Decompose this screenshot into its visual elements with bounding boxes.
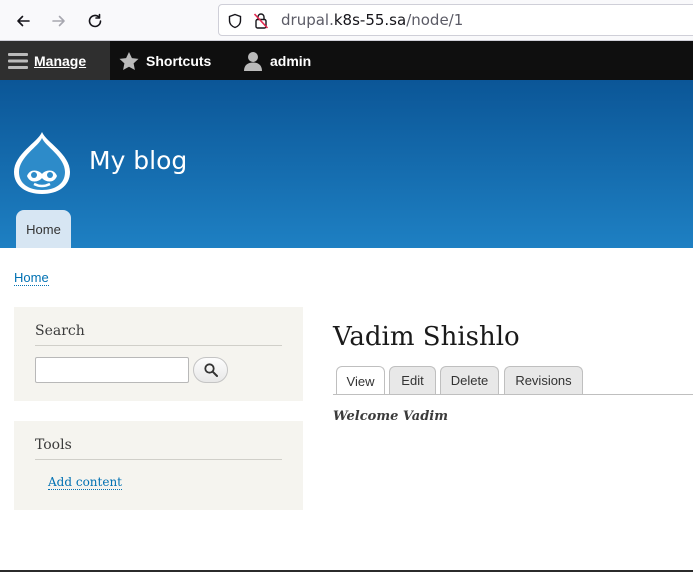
tools-block-title: Tools xyxy=(35,437,282,460)
forward-icon[interactable] xyxy=(46,8,72,34)
hamburger-icon xyxy=(8,52,28,69)
add-content-link[interactable]: Add content xyxy=(48,475,122,490)
reload-icon[interactable] xyxy=(82,8,108,34)
browser-toolbar: drupal.k8s-55.sa/node/1 xyxy=(0,0,693,41)
search-input[interactable] xyxy=(35,357,189,383)
site-name[interactable]: My blog xyxy=(89,146,187,175)
manage-tab[interactable]: Manage xyxy=(0,41,110,80)
url-host: k8s-55.sa xyxy=(333,11,407,29)
user-tab[interactable]: admin xyxy=(243,41,311,80)
breadcrumb-home-link[interactable]: Home xyxy=(14,270,49,286)
tabs-divider xyxy=(333,394,693,395)
user-icon xyxy=(244,51,262,71)
search-icon xyxy=(203,363,218,377)
tab-delete[interactable]: Delete xyxy=(440,366,499,394)
star-icon xyxy=(119,51,139,70)
shortcuts-tab[interactable]: Shortcuts xyxy=(118,41,211,80)
admin-toolbar: Manage Shortcuts admin xyxy=(0,41,693,80)
back-icon[interactable] xyxy=(10,8,36,34)
insecure-lock-icon[interactable] xyxy=(253,12,269,30)
url-path: /node/1 xyxy=(406,11,464,29)
manage-label: Manage xyxy=(34,52,87,69)
page-title: Vadim Shishlo xyxy=(333,322,520,352)
search-block-title: Search xyxy=(35,323,282,346)
tools-block: Tools Add content xyxy=(14,421,303,510)
drupal-logo-icon[interactable] xyxy=(12,130,72,196)
shortcuts-label: Shortcuts xyxy=(146,52,212,69)
site-header: My blog Home xyxy=(0,80,693,248)
address-bar[interactable]: drupal.k8s-55.sa/node/1 xyxy=(218,4,693,36)
primary-tab-home[interactable]: Home xyxy=(16,210,71,248)
url-text[interactable]: drupal.k8s-55.sa/node/1 xyxy=(281,11,463,29)
user-label: admin xyxy=(270,52,312,69)
shield-icon[interactable] xyxy=(227,13,243,29)
tab-edit[interactable]: Edit xyxy=(389,366,436,394)
url-prefix: drupal. xyxy=(281,11,334,29)
tab-revisions[interactable]: Revisions xyxy=(504,366,583,394)
search-button[interactable] xyxy=(193,357,228,383)
search-block: Search xyxy=(14,307,303,401)
tab-view[interactable]: View xyxy=(336,366,385,395)
node-body: Welcome Vadim xyxy=(333,409,448,424)
